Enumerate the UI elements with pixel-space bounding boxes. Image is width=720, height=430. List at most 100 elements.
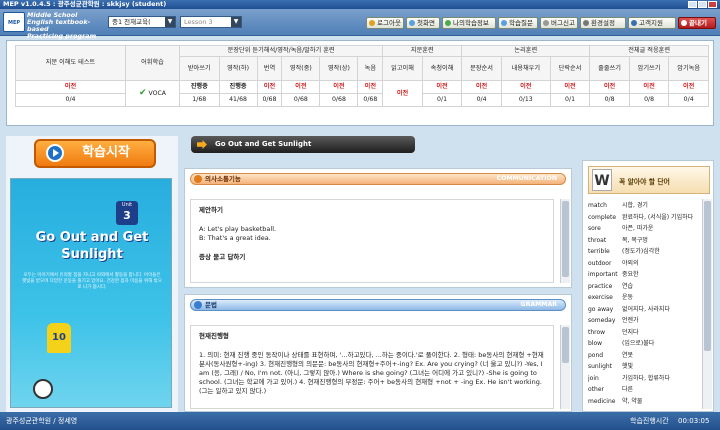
vocab-row[interactable]: pond 연못 (588, 351, 696, 362)
home-button[interactable]: 첫화면 (406, 17, 440, 29)
vocab-row[interactable]: match 시합, 경기 (588, 201, 696, 212)
scroll-thumb[interactable] (704, 201, 711, 351)
vocab-meaning: 다른 (622, 386, 634, 393)
progress-panel: 지문 이해도 테스트 어휘학습 문장단위 듣기해석/영작/녹음/말하기 훈련 지… (6, 40, 714, 126)
status-cell[interactable]: 이전 (461, 80, 502, 94)
section-heading: 현재진행형 (199, 332, 229, 340)
progress-table: 지문 이해도 테스트 어휘학습 문장단위 듣기해석/영작/녹음/말하기 훈련 지… (15, 45, 709, 107)
status-cell[interactable]: 이전 (421, 80, 463, 94)
vocab-row[interactable]: exercise 운동 (588, 293, 696, 304)
bug-icon (543, 20, 549, 26)
status-bar: 광주성균관학원 / 정세영 학습진행시간 00:03:05 (0, 412, 720, 430)
sub-header: 받아쓰기 (179, 56, 220, 81)
logout-button[interactable]: 로그아웃 (366, 17, 404, 29)
status-cell[interactable]: 이전 (668, 80, 709, 94)
status-cell[interactable]: 이전 (382, 80, 423, 107)
vocab-row[interactable]: sunlight 햇빛 (588, 362, 696, 373)
course-select[interactable]: 중1 천재교육( ▼ (108, 16, 176, 28)
bullet-icon (194, 175, 202, 183)
maximize-button[interactable] (698, 1, 707, 8)
communication-content: 제안하기 A: Let's play basketball. B: That's… (190, 199, 554, 283)
vocab-row[interactable]: complete 완료하다, (서식을) 기입하다 (588, 213, 696, 224)
book-cover: Unit 3 Go Out and Get Sunlight 모두는 이야기에서 … (10, 178, 172, 408)
vocab-word: terrible (588, 248, 610, 255)
dialogue-line: A: Let's play basketball. (199, 225, 277, 233)
topic-title-bar: Go Out and Get Sunlight (191, 136, 415, 153)
status-cell[interactable]: 진행중 (179, 80, 220, 94)
vocab-word: join (588, 374, 599, 382)
vocab-row[interactable]: throat 목, 목구멍 (588, 236, 696, 247)
sub-header: 속청이해 (421, 56, 463, 81)
vocab-word: sunlight (588, 363, 613, 370)
grammar-scrollbar[interactable] (560, 325, 570, 409)
vocab-row[interactable]: important 중요한 (588, 270, 696, 281)
score-cell: 0/68 (281, 93, 321, 107)
status-cell[interactable]: 이전 (500, 80, 551, 94)
minimize-button[interactable] (688, 1, 697, 8)
status-cell[interactable]: 이전 (357, 80, 384, 94)
vocabulary-header: W 꼭 알아야 할 단어 (588, 166, 710, 194)
gear-icon (583, 20, 589, 26)
status-cell[interactable]: 이전 (281, 80, 321, 94)
vocab-row[interactable]: go away 없어지다, 사라지다 (588, 305, 696, 316)
score-cell: 0/1 (549, 93, 591, 107)
vocab-meaning: 중요한 (622, 271, 639, 278)
vocab-row[interactable]: someday 언젠가 (588, 316, 696, 327)
vocab-row[interactable]: terrible (정도가)심각한 (588, 247, 696, 258)
vocab-word: practice (588, 282, 613, 290)
check-icon: ✔ (138, 88, 147, 98)
score-cell: 0/4 (461, 93, 502, 107)
status-cell[interactable]: 이전 (549, 80, 591, 94)
settings-button[interactable]: 환경설정 (580, 17, 626, 29)
exit-button[interactable]: 끝내기 (678, 17, 716, 29)
support-button[interactable]: 고객지원 (628, 17, 676, 29)
scroll-thumb[interactable] (562, 327, 569, 363)
lesson-select[interactable]: Lesson 3 ▼ (180, 16, 242, 28)
sub-header: 영작(중) (281, 56, 321, 81)
logout-icon (369, 20, 375, 26)
status-cell[interactable]: 이전 (256, 80, 283, 94)
sub-header: 줄줄쓰기 (589, 56, 630, 81)
group-header: 전체글 적응훈련 (589, 45, 709, 57)
score-cell: 0/68 (357, 93, 384, 107)
sub-header: 암기쓰기 (628, 56, 670, 81)
vocab-row[interactable]: throw 던지다 (588, 328, 696, 339)
score-cell: 0/8 (589, 93, 630, 107)
vocabulary-scrollbar[interactable] (702, 199, 712, 409)
vocab-meaning: 없어지다, 사라지다 (622, 305, 670, 313)
timer-value: 00:03:05 (678, 417, 710, 425)
communication-scrollbar[interactable] (560, 199, 570, 283)
my-info-button[interactable]: 나의학습정보 (442, 17, 496, 29)
bug-report-button[interactable]: 버그신고 (540, 17, 578, 29)
vocab-meaning: 야외의 (622, 259, 639, 267)
status-cell[interactable]: 이전 (319, 80, 359, 94)
soccer-ball-icon (33, 379, 53, 399)
sub-header: 문장순서 (461, 56, 502, 81)
vocab-row[interactable]: outdoor 야외의 (588, 259, 696, 270)
vocab-row[interactable]: blow (입으로)불다 (588, 339, 696, 350)
close-window-button[interactable] (708, 1, 717, 8)
vocab-row[interactable]: join 가입하다, 합류하다 (588, 374, 696, 385)
start-study-button[interactable]: 학습시작 (34, 139, 156, 168)
scroll-thumb[interactable] (562, 201, 569, 277)
status-user: 광주성균관학원 / 정세영 (6, 417, 78, 425)
status-cell[interactable]: 진행중 (218, 80, 258, 94)
vocab-row[interactable]: practice 연습 (588, 282, 696, 293)
book-title: Go Out and Get Sunlight (35, 230, 149, 262)
vocab-row[interactable]: sore 아픈, 따가운 (588, 224, 696, 235)
vocab-row[interactable]: medicine 약, 약물 (588, 397, 696, 408)
book-description: 모두는 이야기에서 유의할 점을 지니고 야외에서 활동을 합니다. 아이들은 … (22, 273, 162, 290)
chevron-down-icon[interactable]: ▼ (231, 17, 241, 27)
chevron-down-icon[interactable]: ▼ (165, 17, 175, 27)
vocab-meaning: 연못 (622, 351, 634, 359)
sub-header: 번역 (256, 56, 283, 81)
vocab-row[interactable]: other 다른 (588, 385, 696, 396)
communication-section: 의사소통기능 COMMUNICATION 제안하기 A: Let's play … (184, 168, 572, 288)
score-cell: 41/68 (218, 93, 258, 107)
status-cell[interactable]: 이전 (589, 80, 630, 94)
group-header: 문장단위 듣기해석/영작/녹음/말하기 훈련 (178, 45, 384, 57)
vocab-cell[interactable]: ✔ VOCA (125, 80, 180, 107)
status-cell[interactable]: 이전 (628, 80, 670, 94)
question-button[interactable]: 학습질문 (498, 17, 538, 29)
status-cell[interactable]: 이전 (15, 80, 126, 94)
